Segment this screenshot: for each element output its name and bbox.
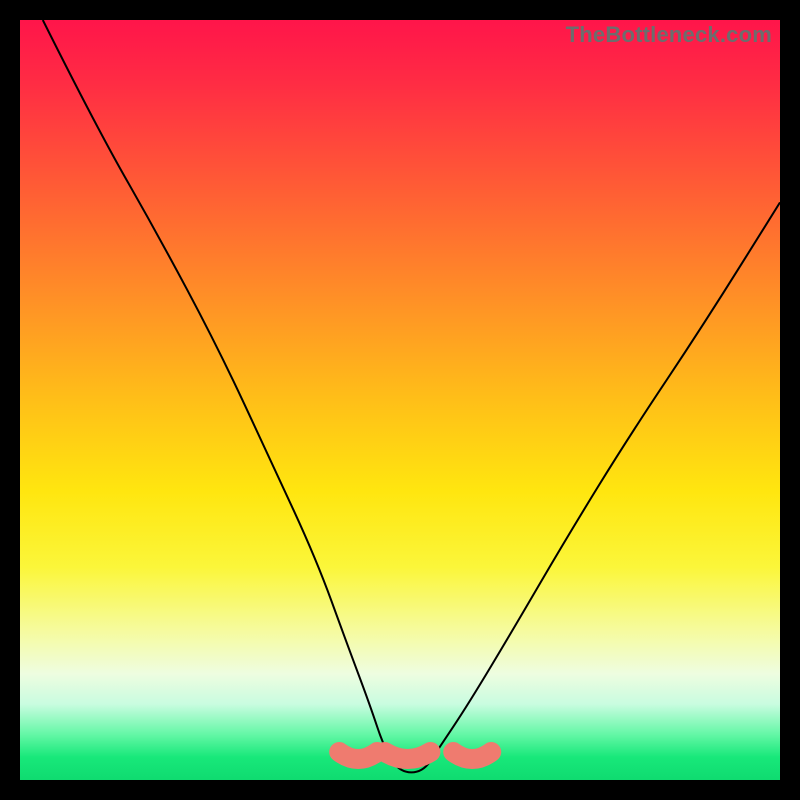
bottleneck-curve [43, 20, 780, 772]
chart-frame: TheBottleneck.com [0, 0, 800, 800]
chart-curve-svg [20, 20, 780, 780]
chart-plot-area: TheBottleneck.com [20, 20, 780, 780]
highlight-markers [339, 752, 491, 759]
